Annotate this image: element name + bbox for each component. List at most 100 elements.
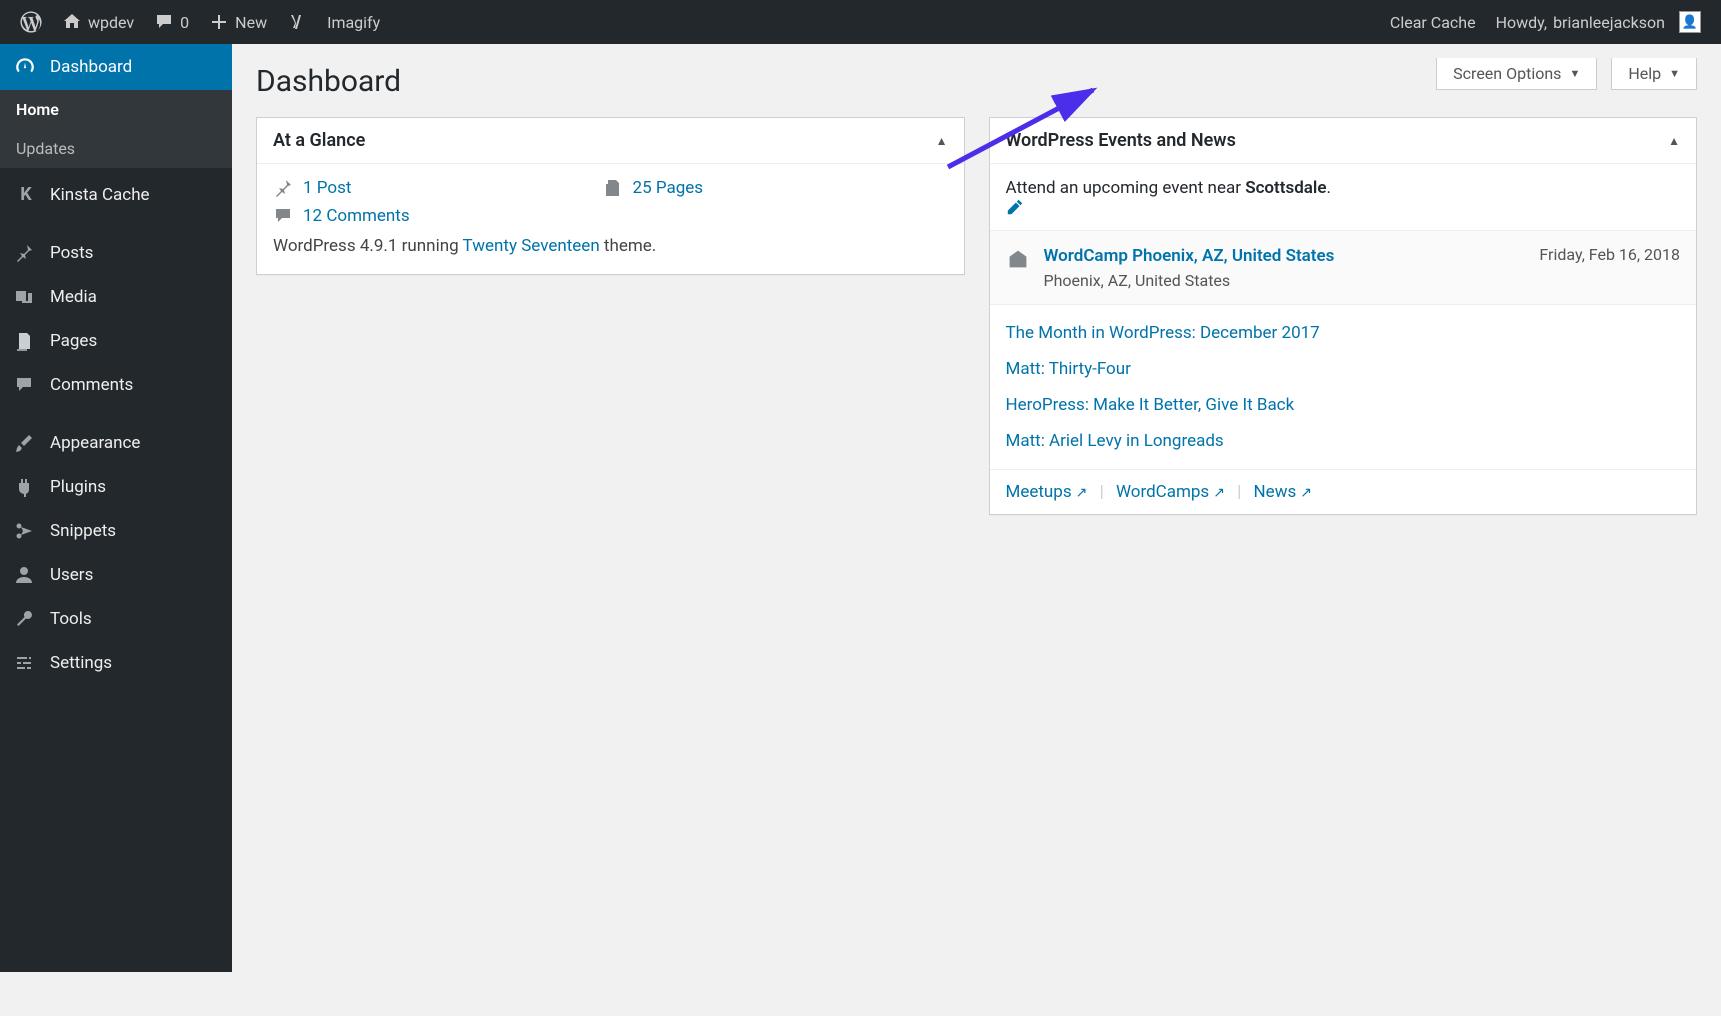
sidebar-submenu-dashboard: Home Updates	[0, 90, 232, 168]
pin-icon	[14, 243, 38, 263]
new-label: New	[235, 13, 267, 32]
pages-icon	[603, 178, 623, 198]
comment-icon	[14, 375, 38, 395]
widget-title: At a Glance	[273, 130, 365, 151]
screen-options-button[interactable]: Screen Options ▼	[1436, 58, 1597, 90]
news-link[interactable]: Matt: Ariel Levy in Longreads	[1006, 423, 1681, 459]
sidebar-item-label: Snippets	[50, 521, 116, 541]
account-button[interactable]: Howdy, brianleejackson 👤	[1486, 0, 1711, 44]
chevron-down-icon: ▼	[1669, 67, 1680, 80]
wordcamps-link[interactable]: WordCamps↗	[1116, 482, 1225, 502]
sidebar-item-label: Kinsta Cache	[50, 185, 150, 205]
help-button[interactable]: Help ▼	[1611, 58, 1697, 90]
wrench-icon	[14, 609, 38, 629]
comment-icon	[273, 206, 293, 226]
user-icon	[14, 565, 38, 585]
glance-comments: 12 Comments	[273, 206, 577, 226]
media-icon	[14, 287, 38, 307]
news-footer-link[interactable]: News↗	[1254, 482, 1312, 502]
sidebar-item-label: Dashboard	[50, 57, 132, 77]
sidebar-subitem-home[interactable]: Home	[0, 90, 232, 129]
sidebar-item-label: Plugins	[50, 477, 106, 497]
events-news-widget: WordPress Events and News ▲ Attend an up…	[989, 117, 1698, 515]
sidebar-item-snippets[interactable]: Snippets	[0, 509, 232, 553]
sidebar-item-label: Posts	[50, 243, 93, 263]
comments-button[interactable]: 0	[144, 0, 199, 44]
news-link[interactable]: Matt: Thirty-Four	[1006, 351, 1681, 387]
event-title-link[interactable]: WordCamp Phoenix, AZ, United States	[1044, 246, 1335, 266]
sidebar-item-label: Media	[50, 287, 97, 307]
wordcamp-icon	[1006, 247, 1030, 271]
imagify-button[interactable]: Imagify	[317, 0, 390, 44]
dashboard-icon	[14, 56, 38, 78]
screen-options-label: Screen Options	[1453, 64, 1561, 83]
sidebar-item-label: Settings	[50, 653, 112, 673]
widget-header[interactable]: At a Glance ▲	[257, 118, 964, 164]
meetups-link[interactable]: Meetups↗	[1006, 482, 1088, 502]
sidebar-item-label: Pages	[50, 331, 97, 351]
events-location: Attend an upcoming event near Scottsdale…	[990, 164, 1697, 231]
widget-header[interactable]: WordPress Events and News ▲	[990, 118, 1697, 164]
help-label: Help	[1628, 64, 1661, 83]
home-icon	[62, 12, 82, 32]
sidebar-subitem-updates[interactable]: Updates	[0, 129, 232, 168]
new-button[interactable]: New	[199, 0, 277, 44]
sidebar-item-appearance[interactable]: Appearance	[0, 421, 232, 465]
sidebar-item-label: Tools	[50, 609, 92, 629]
sidebar-item-media[interactable]: Media	[0, 275, 232, 319]
external-icon: ↗	[1300, 485, 1312, 501]
collapse-icon[interactable]: ▲	[936, 134, 948, 148]
sidebar-item-tools[interactable]: Tools	[0, 597, 232, 641]
sidebar-item-pages[interactable]: Pages	[0, 319, 232, 363]
event-date: Friday, Feb 16, 2018	[1539, 245, 1680, 264]
admin-sidebar: Dashboard Home Updates K Kinsta Cache Po…	[0, 44, 232, 972]
edit-location-button[interactable]	[1006, 198, 1681, 216]
glance-pages: 25 Pages	[603, 178, 907, 198]
events-footer: Meetups↗ | WordCamps↗ | News↗	[990, 470, 1697, 514]
pages-icon	[14, 331, 38, 351]
sidebar-item-dashboard[interactable]: Dashboard	[0, 44, 232, 90]
wp-logo-button[interactable]	[10, 0, 52, 44]
chevron-down-icon: ▼	[1569, 67, 1580, 80]
plus-icon	[209, 12, 229, 32]
glance-pages-link[interactable]: 25 Pages	[633, 178, 704, 198]
yoast-button[interactable]	[277, 0, 317, 44]
external-icon: ↗	[1076, 485, 1088, 501]
sidebar-item-plugins[interactable]: Plugins	[0, 465, 232, 509]
sidebar-item-users[interactable]: Users	[0, 553, 232, 597]
pencil-icon	[1006, 198, 1024, 216]
glance-posts-link[interactable]: 1 Post	[303, 178, 351, 198]
content-area: Screen Options ▼ Help ▼ Dashboard At a G…	[232, 44, 1721, 569]
wp-version-text: WordPress 4.9.1 running Twenty Seventeen…	[273, 236, 948, 256]
avatar: 👤	[1679, 11, 1701, 33]
plug-icon	[14, 477, 38, 497]
yoast-icon	[287, 12, 307, 32]
external-icon: ↗	[1213, 485, 1225, 501]
sidebar-item-settings[interactable]: Settings	[0, 641, 232, 685]
sidebar-item-label: Comments	[50, 375, 133, 395]
theme-link[interactable]: Twenty Seventeen	[463, 236, 600, 256]
pin-icon	[273, 178, 293, 198]
news-link[interactable]: The Month in WordPress: December 2017	[1006, 315, 1681, 351]
clear-cache-button[interactable]: Clear Cache	[1380, 0, 1486, 44]
sidebar-item-kinsta-cache[interactable]: K Kinsta Cache	[0, 172, 232, 217]
news-list: The Month in WordPress: December 2017 Ma…	[990, 305, 1697, 470]
sidebar-item-label: Appearance	[50, 433, 140, 453]
kinsta-icon: K	[14, 184, 38, 205]
sliders-icon	[14, 653, 38, 673]
sidebar-item-comments[interactable]: Comments	[0, 363, 232, 407]
sidebar-item-posts[interactable]: Posts	[0, 231, 232, 275]
at-a-glance-widget: At a Glance ▲ 1 Post 25 Pages	[256, 117, 965, 275]
wordpress-icon	[20, 11, 42, 33]
site-name-button[interactable]: wpdev	[52, 0, 144, 44]
screen-meta-buttons: Screen Options ▼ Help ▼	[1436, 58, 1697, 90]
sidebar-item-label: Users	[50, 565, 93, 585]
username-label: brianleejackson	[1553, 13, 1665, 32]
collapse-icon[interactable]: ▲	[1668, 134, 1680, 148]
glance-comments-link[interactable]: 12 Comments	[303, 206, 410, 226]
admin-toolbar: wpdev 0 New Imagify Clear Cache Howdy, b…	[0, 0, 1721, 44]
news-link[interactable]: HeroPress: Make It Better, Give It Back	[1006, 387, 1681, 423]
location-name: Scottsdale	[1245, 178, 1326, 198]
event-item: WordCamp Phoenix, AZ, United States Phoe…	[990, 231, 1697, 305]
comment-icon	[154, 12, 174, 32]
